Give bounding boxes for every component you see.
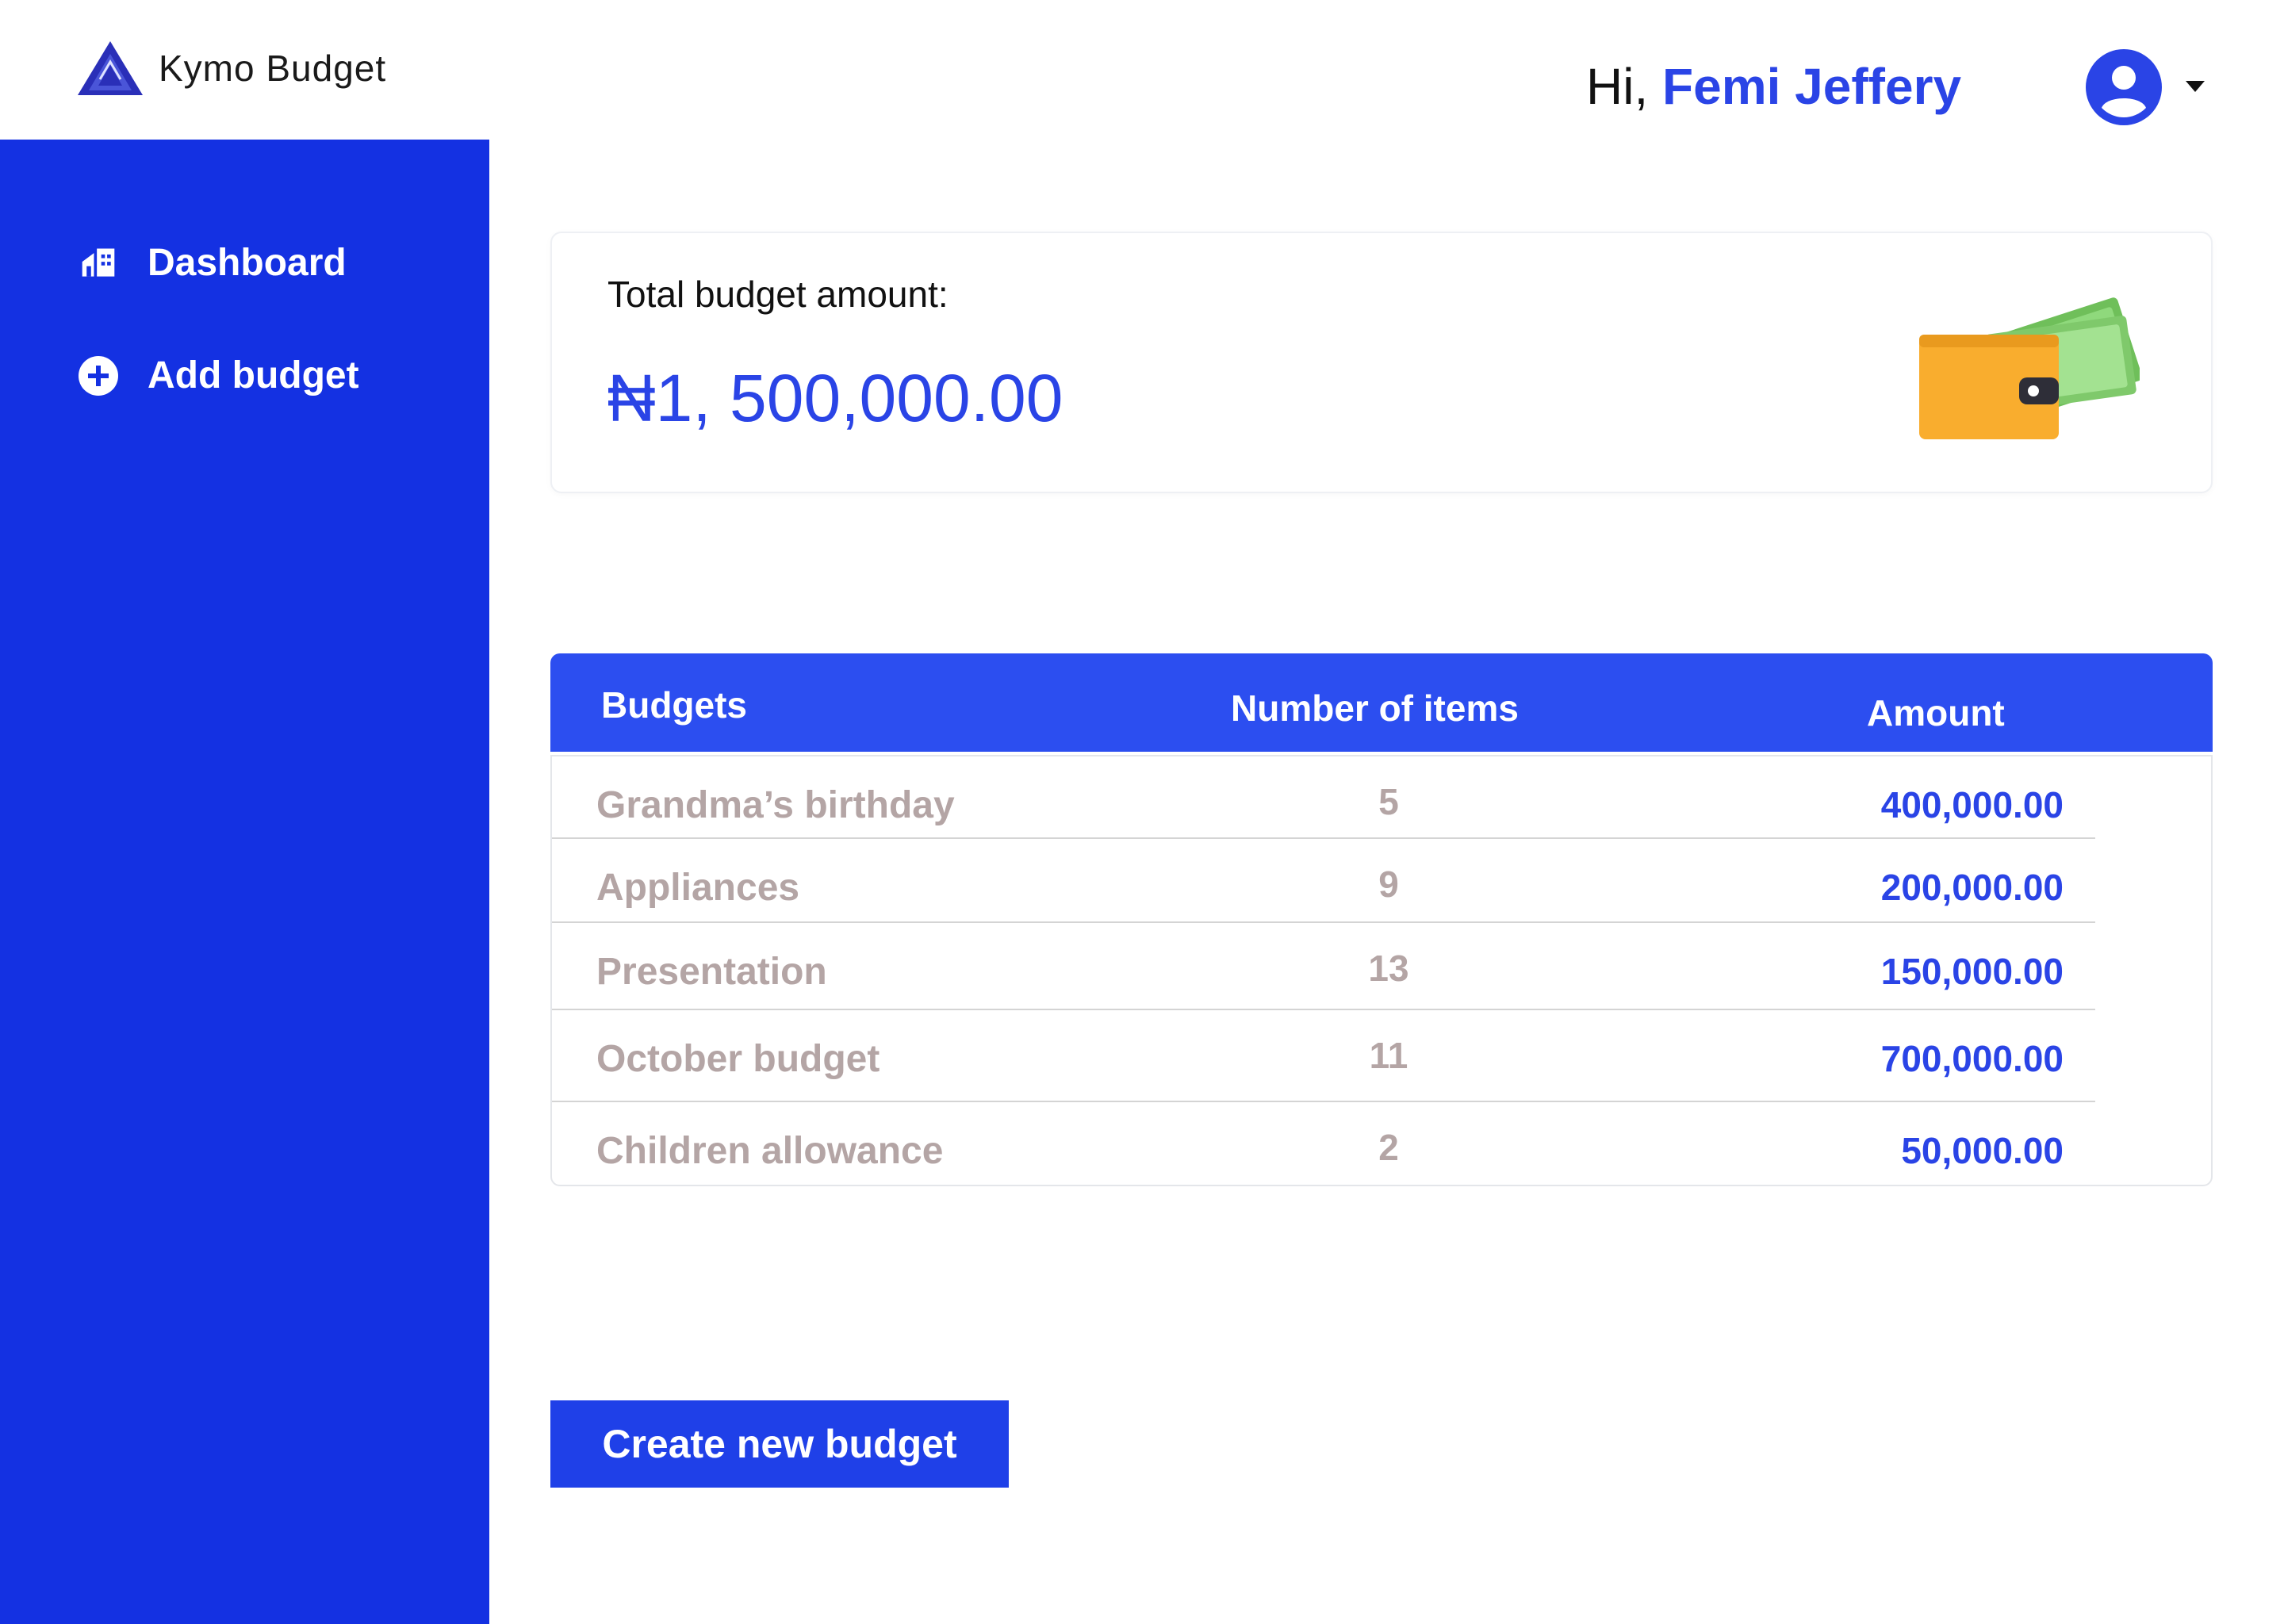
user-name: Femi Jeffery — [1662, 58, 1962, 115]
budget-table: Grandma’s birthday 5 400,000.00 Applianc… — [550, 755, 2213, 1186]
column-header-number-of-items[interactable]: Number of items — [1231, 687, 1519, 730]
user-greeting: Hi, Femi Jeffery — [1586, 57, 1961, 116]
total-budget-amount: ₦1, 500,000.00 — [607, 361, 1063, 435]
total-budget-label: Total budget amount: — [607, 274, 948, 315]
sidebar-item-add-budget[interactable]: Add budget — [78, 354, 359, 397]
budget-name: Presentation — [596, 951, 827, 993]
budget-amount: 150,000.00 — [1880, 951, 2064, 992]
table-row[interactable]: Grandma’s birthday 5 400,000.00 — [552, 756, 2095, 839]
item-count: 9 — [1378, 864, 1399, 905]
budget-amount: 50,000.00 — [1901, 1130, 2064, 1171]
create-new-budget-button[interactable]: Create new budget — [550, 1400, 1009, 1488]
plus-circle-icon — [78, 355, 119, 396]
budget-name: Children allowance — [596, 1130, 944, 1172]
app-logo[interactable]: Kymo Budget — [76, 38, 386, 98]
budget-name: Grandma’s birthday — [596, 784, 955, 826]
table-row[interactable]: Presentation 13 150,000.00 — [552, 923, 2095, 1010]
column-header-amount[interactable]: Amount — [1867, 691, 2005, 734]
wallet-icon — [1919, 297, 2140, 439]
user-menu-chevron-down-icon[interactable] — [2186, 81, 2205, 92]
budget-name: Appliances — [596, 867, 800, 909]
item-count: 11 — [1369, 1035, 1408, 1076]
table-row[interactable]: October budget 11 700,000.00 — [552, 1010, 2095, 1102]
sidebar-item-dashboard[interactable]: Dashboard — [78, 241, 347, 285]
total-budget-card: Total budget amount: ₦1, 500,000.00 — [550, 232, 2213, 493]
item-count: 2 — [1378, 1127, 1399, 1168]
item-count: 13 — [1368, 948, 1409, 989]
budget-amount: 200,000.00 — [1880, 867, 2064, 908]
greeting-text: Hi, — [1586, 58, 1649, 115]
table-row[interactable]: Children allowance 2 50,000.00 — [552, 1102, 2095, 1185]
sidebar: Dashboard Add budget — [0, 140, 489, 1624]
budget-amount: 700,000.00 — [1880, 1038, 2064, 1079]
sidebar-item-label: Add budget — [148, 354, 359, 396]
logo-icon — [78, 41, 143, 95]
home-icon — [78, 243, 119, 284]
item-count: 5 — [1378, 781, 1399, 822]
sidebar-item-label: Dashboard — [148, 242, 347, 284]
column-header-budgets[interactable]: Budgets — [601, 684, 747, 726]
app-title: Kymo Budget — [159, 48, 387, 89]
table-row[interactable]: Appliances 9 200,000.00 — [552, 839, 2095, 923]
budget-table-header: Budgets Number of items Amount — [550, 653, 2213, 752]
budget-amount: 400,000.00 — [1880, 784, 2064, 825]
budget-name: October budget — [596, 1038, 880, 1080]
avatar-icon[interactable] — [2086, 49, 2162, 125]
